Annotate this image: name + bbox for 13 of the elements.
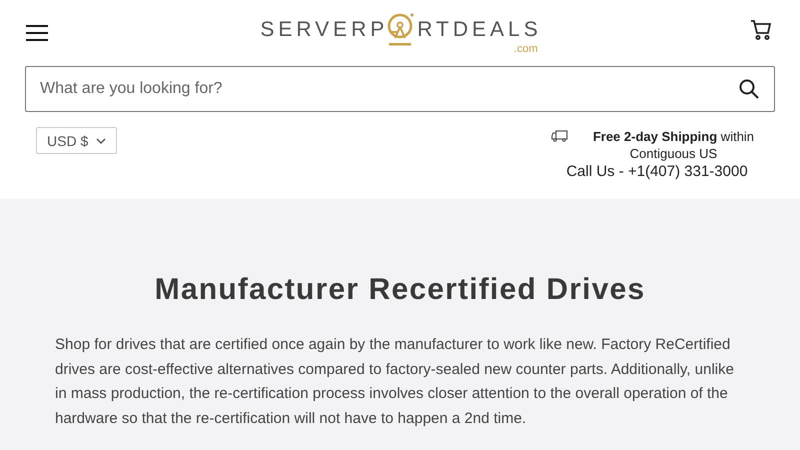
chevron-down-icon: [96, 138, 106, 144]
site-logo[interactable]: SERVERP RTDEALS .com: [260, 12, 538, 54]
currency-dropdown[interactable]: USD $: [36, 127, 118, 154]
search-field[interactable]: What are you looking for?: [25, 66, 775, 112]
search-icon[interactable]: [739, 79, 759, 99]
truck-icon: [550, 130, 568, 142]
page-heading: Manufacturer Recertified Drives: [154, 273, 646, 307]
cart-icon[interactable]: [750, 19, 772, 41]
description-text: Shop for drives that are certified once again by the manufacturer to work like new. Factory ReCertified drives are cost-effective alternatives compared to factory-sealed new counter parts. Additionally, unlike in mass production, the re-certification process involves closer attention to the overall operation of the hardware so that the re-certification will not have to happen a 2nd time.: [55, 335, 735, 428]
logo-emblem-icon: [386, 12, 416, 48]
shipping-notice: Free 2-day Shipping within Contiguous US: [592, 128, 756, 162]
menu-icon[interactable]: [26, 25, 48, 41]
phone-number: Call Us - +1(407) 331-3000: [566, 163, 748, 180]
